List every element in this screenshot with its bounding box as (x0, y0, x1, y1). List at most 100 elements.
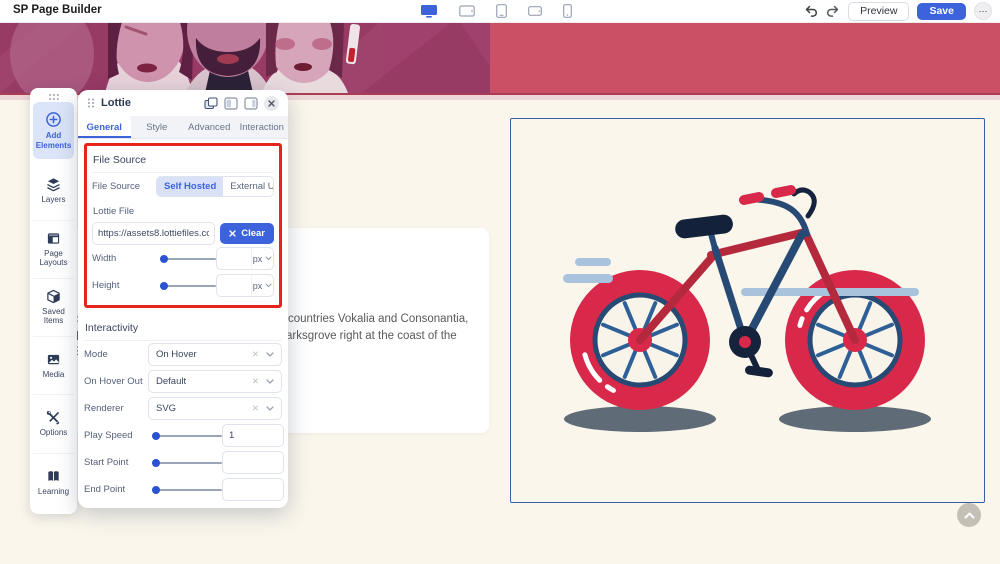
play-speed-slider[interactable] (152, 435, 222, 437)
play-speed-slider-handle[interactable] (152, 432, 160, 440)
width-value-input[interactable] (217, 249, 252, 268)
chevron-down-icon (266, 406, 274, 411)
width-unit-select[interactable]: px (252, 254, 273, 264)
tab-style[interactable]: Style (131, 116, 184, 138)
on-hover-out-label: On Hover Out (84, 376, 148, 387)
sidebar-drag-handle-icon[interactable] (33, 91, 74, 102)
end-point-input[interactable] (222, 478, 284, 501)
height-value-input[interactable] (217, 276, 252, 295)
tablet-landscape-view-icon[interactable] (459, 5, 475, 17)
renderer-row: Renderer SVG ✕ (84, 395, 282, 422)
tab-interaction[interactable]: Interaction (236, 116, 289, 138)
scroll-to-top-button[interactable] (957, 503, 981, 527)
end-point-slider[interactable] (152, 489, 222, 491)
height-slider-handle[interactable] (160, 282, 168, 290)
panel-drag-handle-icon[interactable] (87, 98, 95, 108)
app-title: SP Page Builder (13, 4, 102, 16)
media-image-icon (46, 352, 61, 367)
start-point-slider-handle[interactable] (152, 459, 160, 467)
chevron-down-icon (266, 379, 274, 384)
sidebar-item-saved-items[interactable]: Saved Items (33, 279, 74, 337)
sidebar-item-layers[interactable]: Layers (33, 162, 74, 220)
renderer-label: Renderer (84, 403, 148, 414)
sidebar-item-page-layouts[interactable]: Page Layouts (33, 221, 74, 279)
more-options-button[interactable]: ⋯ (974, 2, 992, 20)
sidebar-item-add-elements[interactable]: Add Elements (33, 102, 74, 159)
self-hosted-option[interactable]: Self Hosted (157, 177, 223, 196)
dock-right-icon[interactable] (244, 97, 258, 110)
width-row: Width px (92, 245, 274, 272)
file-source-row: File Source Self Hosted External URL (92, 173, 274, 200)
mode-select[interactable]: On Hover ✕ (148, 343, 282, 366)
book-icon (46, 469, 61, 484)
mode-select-value: On Hover (156, 349, 197, 360)
on-hover-out-select-value: Default (156, 376, 186, 387)
panel-tabs: General Style Advanced Interaction (78, 116, 288, 139)
tab-general[interactable]: General (78, 116, 131, 138)
tablet-portrait-view-icon[interactable] (496, 4, 507, 18)
renderer-select-value: SVG (156, 403, 176, 414)
close-panel-button[interactable] (264, 96, 279, 111)
sidebar-item-label: Page Layouts (34, 249, 73, 268)
sidebar-item-label: Options (40, 428, 68, 438)
width-slider[interactable] (160, 258, 216, 260)
mobile-portrait-view-icon[interactable] (563, 4, 572, 18)
clear-selection-icon[interactable]: ✕ (252, 403, 259, 414)
sidebar-item-label: Learning (38, 487, 69, 497)
mode-row: Mode On Hover ✕ (84, 341, 282, 368)
sidebar-item-media[interactable]: Media (33, 337, 74, 395)
sidebar-item-label: Saved Items (34, 307, 73, 326)
people-illustration-image (0, 22, 1000, 93)
lottie-file-url-input[interactable] (92, 222, 215, 245)
redo-icon[interactable] (826, 5, 840, 17)
panel-header: Lottie (78, 90, 288, 116)
sidebar-item-options[interactable]: Options (33, 395, 74, 453)
interactivity-section-heading: Interactivity (84, 316, 282, 341)
lottie-file-label: Lottie File (92, 200, 274, 221)
start-point-row: Start Point (84, 449, 282, 476)
play-speed-input[interactable] (222, 424, 284, 447)
file-source-segmented-control: Self Hosted External URL (156, 176, 274, 197)
chevron-down-icon (265, 283, 272, 288)
panel-header-icons (204, 96, 279, 111)
duplicate-panel-icon[interactable] (204, 97, 218, 110)
preview-button[interactable]: Preview (848, 2, 909, 21)
hero-illustration (0, 22, 1000, 93)
panel-title: Lottie (101, 97, 131, 109)
cube-icon (46, 289, 61, 304)
clear-x-icon (229, 230, 236, 237)
tab-advanced[interactable]: Advanced (183, 116, 236, 138)
external-url-option[interactable]: External URL (223, 177, 274, 196)
start-point-input[interactable] (222, 451, 284, 474)
height-slider[interactable] (160, 285, 216, 287)
device-switcher (420, 0, 572, 22)
clear-selection-icon[interactable]: ✕ (252, 376, 259, 387)
height-unit-select[interactable]: px (252, 281, 273, 291)
mode-label: Mode (84, 349, 148, 360)
renderer-select[interactable]: SVG ✕ (148, 397, 282, 420)
on-hover-out-select[interactable]: Default ✕ (148, 370, 282, 393)
save-button[interactable]: Save (917, 3, 966, 20)
end-point-slider-handle[interactable] (152, 486, 160, 494)
desktop-view-icon[interactable] (420, 4, 438, 18)
clear-file-button[interactable]: Clear (220, 223, 274, 244)
height-label: Height (92, 280, 156, 291)
sidebar-item-learning[interactable]: Learning (33, 454, 74, 511)
undo-icon[interactable] (804, 5, 818, 17)
unit-label: px (253, 281, 263, 291)
paragraph-fragment: arksgrove right at the coast of the (286, 330, 457, 342)
close-icon (268, 100, 275, 107)
topbar-actions: Preview Save ⋯ (804, 0, 992, 22)
start-point-slider[interactable] (152, 462, 222, 464)
play-speed-row: Play Speed (84, 422, 282, 449)
width-slider-handle[interactable] (160, 255, 168, 263)
clear-button-label: Clear (241, 228, 265, 239)
file-source-label: File Source (92, 181, 156, 192)
sidebar-item-label: Layers (41, 195, 65, 205)
plus-circle-icon (45, 111, 62, 128)
app-screen: SP Page Builder (0, 0, 1000, 564)
dock-left-icon[interactable] (224, 97, 238, 110)
clear-selection-icon[interactable]: ✕ (252, 349, 259, 360)
mobile-landscape-view-icon[interactable] (528, 6, 542, 16)
top-bar: SP Page Builder (0, 0, 1000, 23)
